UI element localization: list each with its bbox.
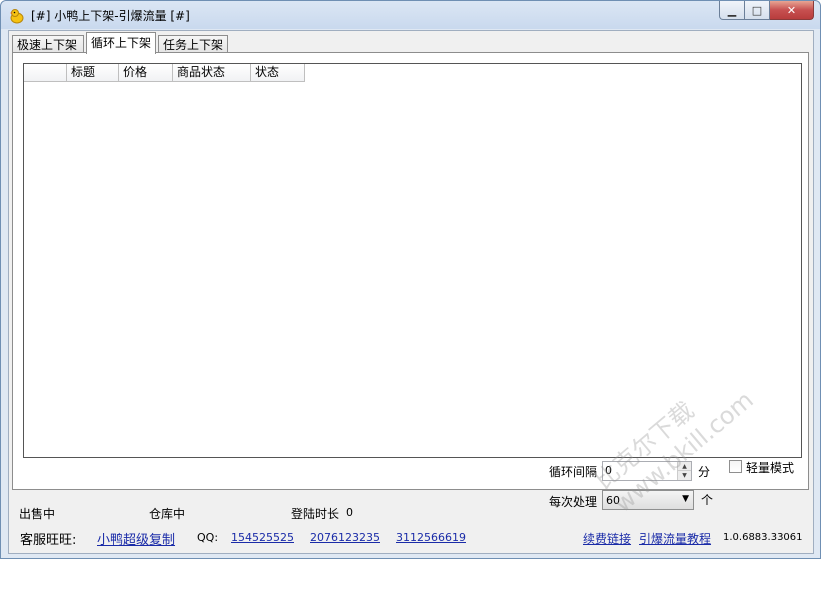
login-duration-value: 0 — [346, 506, 353, 519]
tab-label: 极速上下架 — [17, 38, 78, 52]
renew-link[interactable]: 续费链接 — [583, 530, 631, 547]
tab-panel: 标题 价格 商品状态 状态 — [12, 52, 809, 490]
list-header: 标题 价格 商品状态 状态 — [24, 64, 305, 82]
title-bar[interactable]: [#] 小鸭上下架-引爆流量 [#] ▁ □ ✕ — [1, 1, 820, 29]
loop-interval-unit: 分 — [698, 465, 711, 479]
column-header-title[interactable]: 标题 — [67, 64, 119, 82]
service-contact-link[interactable]: 小鸭超级复制 — [97, 529, 175, 548]
spin-down-icon[interactable]: ▼ — [678, 471, 691, 480]
batch-size-select[interactable]: 60 ▼ — [602, 490, 694, 510]
batch-size-unit: 个 — [701, 493, 714, 507]
chevron-down-icon: ▼ — [682, 494, 689, 504]
light-mode-label[interactable]: 轻量模式 — [746, 459, 794, 476]
loop-interval-value[interactable]: 0 — [605, 464, 612, 477]
qq-number-2[interactable]: 2076123235 — [310, 531, 380, 544]
tab-label: 任务上下架 — [163, 38, 224, 52]
column-header-price[interactable]: 价格 — [119, 64, 173, 82]
close-button[interactable]: ✕ — [770, 1, 814, 20]
duck-app-icon — [10, 9, 24, 24]
light-mode-checkbox[interactable] — [729, 460, 742, 473]
app-window: [#] 小鸭上下架-引爆流量 [#] ▁ □ ✕ 极速上下架 循环上下架 任务上… — [0, 0, 821, 559]
minimize-icon: ▁ — [727, 3, 737, 17]
maximize-icon: □ — [751, 3, 763, 17]
service-label: 客服旺旺: — [20, 533, 77, 548]
tutorial-link[interactable]: 引爆流量教程 — [639, 530, 711, 547]
qq-number-3[interactable]: 3112566619 — [396, 531, 466, 544]
tab-label: 循环上下架 — [91, 36, 152, 50]
window-title: [#] 小鸭上下架-引爆流量 [#] — [31, 9, 190, 23]
batch-size-value: 60 — [606, 494, 620, 507]
product-list[interactable]: 标题 价格 商品状态 状态 — [23, 63, 802, 458]
maximize-button[interactable]: □ — [745, 1, 770, 20]
qq-label: QQ: — [197, 531, 219, 544]
spin-up-icon[interactable]: ▲ — [678, 462, 691, 471]
client-area: 极速上下架 循环上下架 任务上下架 标题 价格 商品状态 状态 循环间隔 0 ▲… — [8, 30, 814, 554]
column-header-select[interactable] — [24, 64, 67, 82]
login-duration-label: 登陆时长 — [291, 507, 340, 521]
column-header-product-status[interactable]: 商品状态 — [173, 64, 251, 82]
qq-number-1[interactable]: 154525525 — [231, 531, 294, 544]
on-sale-status: 出售中 — [19, 507, 56, 521]
loop-interval-label: 循环间隔 — [549, 465, 598, 479]
tab-loop-listing[interactable]: 循环上下架 — [86, 32, 156, 54]
close-icon: ✕ — [786, 3, 797, 17]
loop-interval-spinner[interactable]: 0 ▲ ▼ — [602, 461, 692, 481]
window-controls: ▁ □ ✕ — [719, 1, 814, 21]
minimize-button[interactable]: ▁ — [719, 1, 745, 20]
spinner-buttons: ▲ ▼ — [677, 462, 691, 480]
column-header-status[interactable]: 状态 — [251, 64, 305, 82]
in-warehouse-status: 仓库中 — [149, 507, 186, 521]
batch-size-label: 每次处理 — [549, 495, 598, 509]
version-label: 1.0.6883.33061 — [723, 532, 803, 543]
